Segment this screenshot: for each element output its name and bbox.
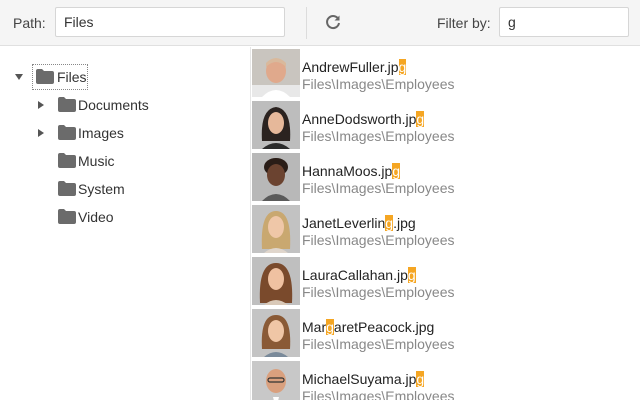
folder-icon — [58, 181, 76, 196]
file-item[interactable]: LauraCallahan.jpg Files\Images\Employees — [251, 255, 640, 307]
file-item[interactable]: MargaretPeacock.jpg Files\Images\Employe… — [251, 307, 640, 359]
toolbar: Path: Filter by: — [0, 0, 640, 46]
tree-node-documents[interactable]: Documents — [0, 92, 250, 118]
file-path: Files\Images\Employees — [302, 128, 455, 144]
match-highlight: g — [326, 319, 334, 335]
file-path: Files\Images\Employees — [302, 336, 455, 352]
file-item[interactable]: HannaMoos.jpg Files\Images\Employees — [251, 151, 640, 203]
file-name: LauraCallahan.jpg — [302, 267, 416, 283]
file-item[interactable]: AnneDodsworth.jpg Files\Images\Employees — [251, 99, 640, 151]
file-path: Files\Images\Employees — [302, 232, 455, 248]
match-highlight: g — [392, 163, 401, 179]
file-name: HannaMoos.jpg — [302, 163, 401, 179]
employee-photo — [252, 101, 300, 149]
file-item[interactable]: AndrewFuller.jpg Files\Images\Employees — [251, 47, 640, 99]
filter-input[interactable] — [499, 7, 629, 37]
filter-label: Filter by: — [437, 15, 491, 31]
file-path: Files\Images\Employees — [302, 284, 455, 300]
tree-node-files[interactable]: Files — [0, 64, 250, 90]
file-name: AndrewFuller.jpg — [302, 59, 407, 75]
employee-photo — [252, 49, 300, 97]
tree-node-label: Images — [78, 125, 124, 141]
tree-node-label: System — [78, 181, 125, 197]
match-highlight: g — [407, 267, 416, 283]
tree-node-video[interactable]: Video — [0, 204, 250, 230]
file-path: Files\Images\Employees — [302, 180, 455, 196]
match-highlight: g — [398, 59, 407, 75]
tree-node-label: Files — [57, 69, 87, 85]
employee-photo — [252, 361, 300, 400]
match-highlight: g — [385, 215, 394, 231]
employee-photo — [252, 205, 300, 253]
tree-node-images[interactable]: Images — [0, 120, 250, 146]
file-item[interactable]: MichaelSuyama.jpg Files\Images\Employees — [251, 359, 640, 400]
file-name: MargaretPeacock.jpg — [302, 319, 435, 335]
file-name: AnneDodsworth.jpg — [302, 111, 425, 127]
employee-photo — [252, 309, 300, 357]
folder-icon — [58, 209, 76, 224]
file-list: AndrewFuller.jpg Files\Images\Employees … — [251, 47, 640, 400]
expand-arrow-icon[interactable] — [36, 100, 46, 110]
tree-node-label: Video — [78, 209, 114, 225]
match-highlight: g — [416, 111, 425, 127]
tree-node-music[interactable]: Music — [0, 148, 250, 174]
file-name: MichaelSuyama.jpg — [302, 371, 425, 387]
path-label: Path: — [13, 15, 46, 31]
file-item[interactable]: JanetLeverling.jpg Files\Images\Employee… — [251, 203, 640, 255]
folder-icon — [58, 153, 76, 168]
folder-icon — [36, 69, 54, 84]
employee-photo — [252, 257, 300, 305]
expand-arrow-icon[interactable] — [36, 128, 46, 138]
tree-node-label: Documents — [78, 97, 149, 113]
tree-node-system[interactable]: System — [0, 176, 250, 202]
folder-tree: Files Documents Images Music System Vide… — [0, 47, 250, 400]
match-highlight: g — [416, 371, 425, 387]
employee-photo — [252, 153, 300, 201]
file-path: Files\Images\Employees — [302, 76, 455, 92]
refresh-icon[interactable] — [323, 12, 343, 32]
folder-icon — [58, 97, 76, 112]
file-path: Files\Images\Employees — [302, 388, 455, 400]
toolbar-separator — [306, 7, 307, 39]
path-input[interactable] — [55, 7, 285, 37]
file-name: JanetLeverling.jpg — [302, 215, 416, 231]
tree-node-label: Music — [78, 153, 115, 169]
folder-icon — [58, 125, 76, 140]
collapse-arrow-icon[interactable] — [14, 72, 24, 82]
